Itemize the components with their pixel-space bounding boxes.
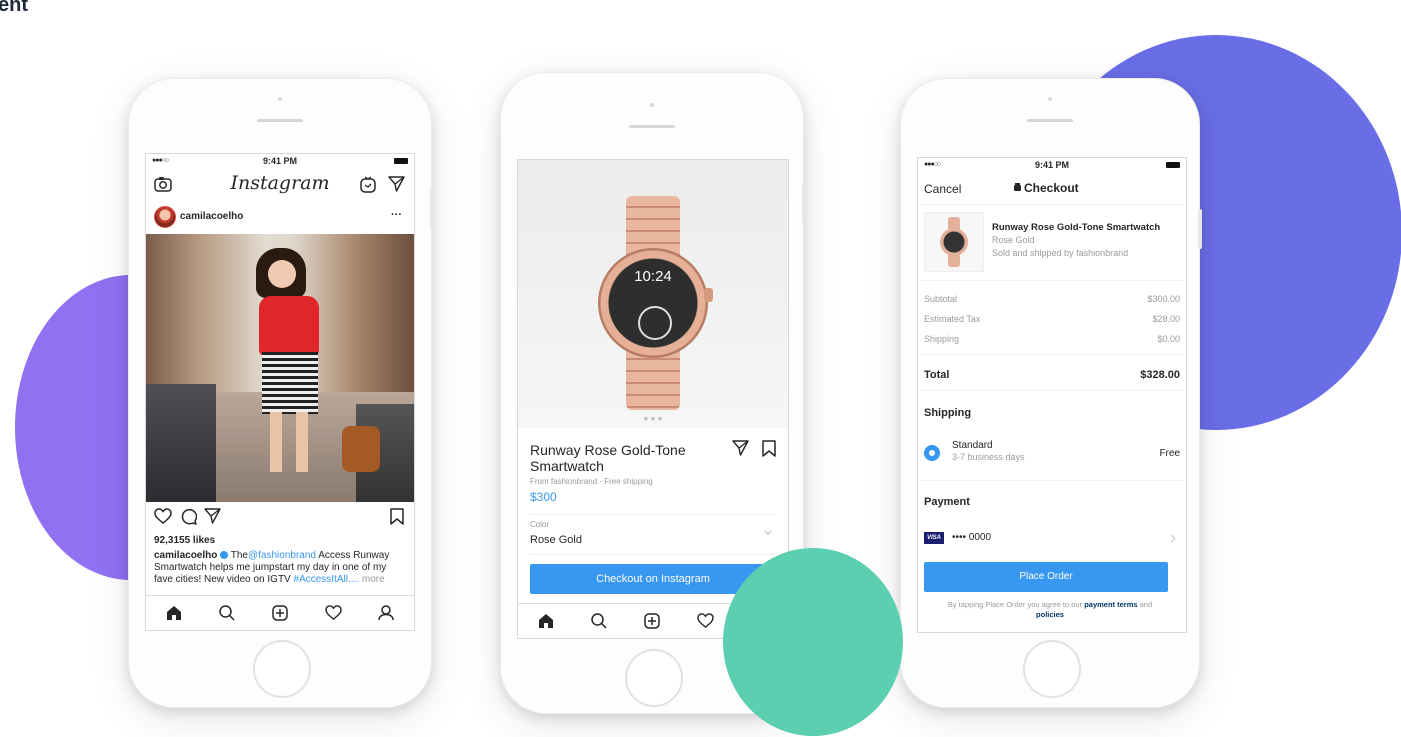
profile-icon[interactable] [378,605,394,621]
home-icon[interactable] [538,613,554,629]
phone-feed: ●●●○○9:41 PM Instagram camilacoelho ··· [125,78,434,708]
cancel-button[interactable]: Cancel [924,182,961,196]
product-image[interactable]: 10:24 ● ● ● [518,160,788,428]
shipping-option-standard[interactable]: Standard 3-7 business days Free [918,434,1186,474]
verified-badge-icon [220,551,229,560]
phone-checkout: ●●●○○ 9:41 PM Cancel Checkout Runway Rose… [897,78,1202,708]
igtv-icon[interactable] [360,176,376,193]
search-icon[interactable] [591,613,607,629]
header-text-fragment: ent [0,0,28,16]
bookmark-icon[interactable] [762,440,776,457]
shipping-heading: Shipping [924,407,972,419]
subtotal-value: $300.00 [1147,294,1180,304]
total-label: Total [924,369,950,381]
activity-heart-icon[interactable] [697,613,714,628]
bookmark-icon[interactable] [390,508,404,525]
chevron-right-icon [1170,534,1176,543]
lock-icon [1014,185,1021,191]
teal-circle-decoration [723,548,903,736]
add-post-icon[interactable] [272,605,288,621]
status-time: 9:41 PM [262,156,297,166]
item-thumbnail [924,212,984,272]
subtotal-label: Subtotal [924,294,958,304]
total-value: $328.00 [1140,369,1180,381]
product-title: Runway Rose Gold-Tone Smartwatch [530,442,686,474]
product-subtitle: From fashionbrand · Free shipping [530,477,653,486]
post-more-options[interactable]: ··· [391,209,402,221]
visa-card-icon: VISA [924,532,944,544]
activity-heart-icon[interactable] [325,605,342,620]
product-price: $300 [530,490,557,504]
card-number: •••• 0000 [952,532,992,543]
status-time: 9:41 PM [1034,160,1069,170]
policies-link[interactable]: policies [1036,610,1064,619]
checkout-screen: ●●●○○ 9:41 PM Cancel Checkout Runway Rose… [917,157,1187,633]
shipping-cost-value: $0.00 [1157,334,1180,344]
like-count[interactable]: 92,3155 likes [154,535,215,546]
tax-value: $28.00 [1152,314,1180,324]
shipping-cost-label: Shipping [924,334,960,344]
color-value: Rose Gold [530,534,582,546]
tab-bar [146,595,414,630]
chevron-down-icon [764,530,772,536]
avatar[interactable] [154,206,176,228]
payment-terms-link[interactable]: payment terms [1084,600,1137,609]
caption-hashtag[interactable]: #AccessItAll.... [294,574,360,585]
caption-more-link[interactable]: more [359,574,385,585]
radio-selected-icon [924,445,940,461]
heart-icon[interactable] [154,508,172,524]
post-caption: camilacoelho Access RunwayThe@fashionbra… [154,550,390,585]
color-selector[interactable]: Color Rose Gold [530,520,776,554]
product-screen: 10:24 ● ● ● Runway Rose Gold-Tone Smartw… [517,159,789,639]
home-icon[interactable] [166,605,182,621]
share-icon[interactable] [732,440,749,456]
caption-mention[interactable]: @fashionbrand [248,550,316,561]
search-icon[interactable] [219,605,235,621]
item-seller: Sold and shipped by fashionbrand [992,248,1129,258]
item-name: Runway Rose Gold-Tone Smartwatch [992,222,1161,233]
payment-heading: Payment [924,496,970,508]
feed-screen: ●●●○○9:41 PM Instagram camilacoelho ··· [145,153,415,631]
caption-username[interactable]: camilacoelho [154,550,217,561]
add-post-icon[interactable] [644,613,660,629]
checkout-title: Checkout [1014,181,1079,195]
share-icon[interactable] [204,508,221,524]
tax-label: Estimated Tax [924,314,981,324]
item-variant: Rose Gold [992,235,1035,245]
place-order-button[interactable]: Place Order [924,562,1168,592]
payment-method-row[interactable]: VISA •••• 0000 [918,528,1186,550]
post-username[interactable]: camilacoelho [180,211,243,222]
direct-send-icon[interactable] [388,176,405,192]
post-image[interactable] [146,234,414,502]
comment-icon[interactable] [180,508,197,525]
watch-face-time: 10:24 [634,268,672,285]
terms-text: By tapping Place Order you agree to our … [947,600,1153,619]
